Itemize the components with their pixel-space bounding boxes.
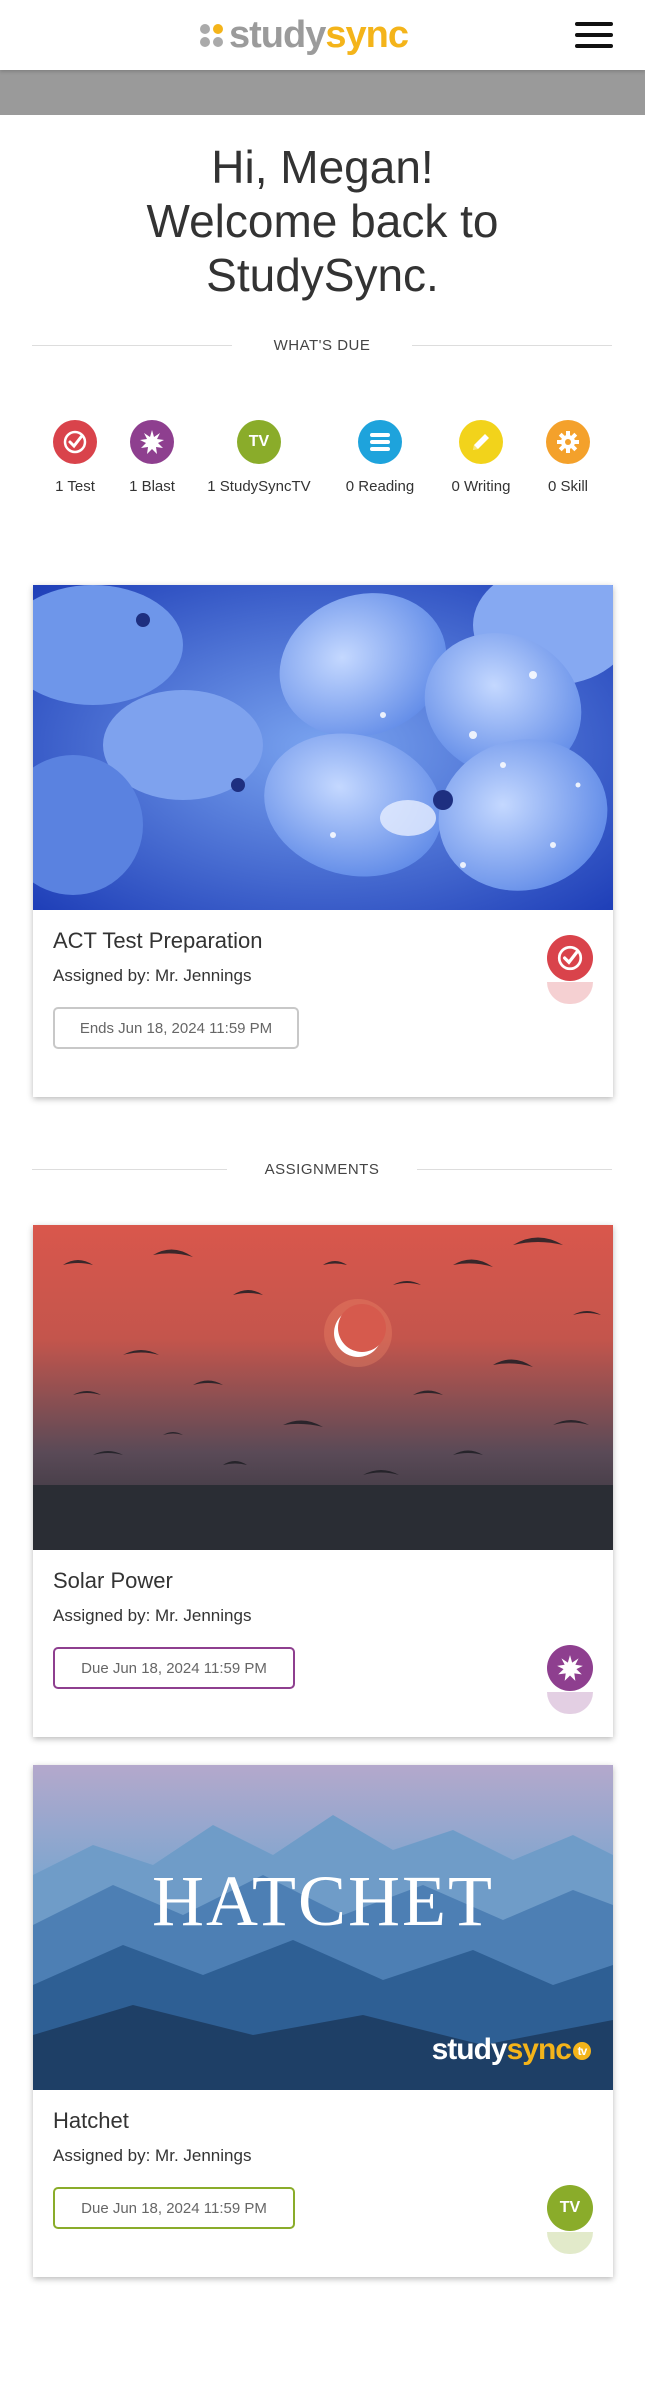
badge-reflection — [547, 2232, 593, 2254]
card-title[interactable]: Hatchet — [53, 2108, 129, 2134]
tv-icon: TV — [237, 420, 281, 464]
greeting-line-3: StudySync. — [206, 249, 439, 301]
due-label: 0 Reading — [345, 478, 415, 495]
card-title[interactable]: ACT Test Preparation — [53, 928, 263, 954]
card-image-hatchet-mountains: HATCHET studysync tv — [33, 1765, 613, 2090]
card-date-badge: Ends Jun 18, 2024 11:59 PM — [53, 1007, 299, 1049]
whats-due-row: 1 Test 1 Blast TV 1 StudySyncTV 0 Readin… — [0, 420, 645, 510]
pencil-icon — [459, 420, 503, 464]
badge-reflection — [547, 982, 593, 1004]
due-item-studysynctv[interactable]: TV 1 StudySyncTV — [204, 420, 314, 495]
studysync-tv-logo: studysync tv — [432, 2033, 591, 2067]
logo-dots-icon — [200, 23, 223, 47]
top-header: studysync — [0, 0, 645, 70]
due-label: 1 StudySyncTV — [207, 478, 311, 495]
card-title[interactable]: Solar Power — [53, 1568, 173, 1594]
whats-due-heading: WHAT'S DUE — [273, 337, 371, 354]
studysync-logo[interactable]: studysync — [200, 14, 409, 56]
card-assigned-by: Assigned by: Mr. Jennings — [53, 966, 252, 985]
due-item-reading[interactable]: 0 Reading — [325, 420, 435, 495]
assignment-card-hatchet[interactable]: HATCHET studysync tv Hatchet Assigned by:… — [33, 1765, 613, 2277]
due-label: 0 Skill — [547, 478, 588, 495]
gear-icon — [546, 420, 590, 464]
check-icon — [53, 420, 97, 464]
burst-icon — [130, 420, 174, 464]
burst-icon — [547, 1645, 593, 1691]
reading-icon — [358, 420, 402, 464]
welcome-greeting: Hi, Megan! Welcome back to StudySync. — [0, 140, 645, 302]
due-item-skill[interactable]: 0 Skill — [513, 420, 623, 495]
card-date-badge: Due Jun 18, 2024 11:59 PM — [53, 2187, 295, 2229]
card-assigned-by: Assigned by: Mr. Jennings — [53, 2146, 252, 2165]
card-image-eclipse-birds — [33, 1225, 613, 1550]
assignment-card-solar-power[interactable]: Solar Power Assigned by: Mr. Jennings Du… — [33, 1225, 613, 1737]
card-assigned-by: Assigned by: Mr. Jennings — [53, 1606, 252, 1625]
hatchet-image-title: HATCHET — [152, 1861, 494, 1941]
card-image-flowers — [33, 585, 613, 910]
hamburger-menu-icon[interactable] — [575, 22, 613, 48]
check-icon — [547, 935, 593, 981]
assignment-card-act[interactable]: ACT Test Preparation Assigned by: Mr. Je… — [33, 585, 613, 1097]
greeting-line-2: Welcome back to — [146, 195, 499, 247]
greeting-line-1: Hi, Megan! — [211, 141, 434, 193]
header-band — [0, 70, 645, 115]
assignments-heading: ASSIGNMENTS — [264, 1161, 380, 1178]
due-item-blast[interactable]: 1 Blast — [97, 420, 207, 495]
card-date-badge: Due Jun 18, 2024 11:59 PM — [53, 1647, 295, 1689]
due-label: 1 Blast — [129, 478, 175, 495]
badge-reflection — [547, 1692, 593, 1714]
tv-icon: TV — [547, 2185, 593, 2231]
logo-study-text: study — [229, 14, 326, 56]
whats-due-divider: WHAT'S DUE — [32, 335, 612, 355]
assignments-divider: ASSIGNMENTS — [32, 1159, 612, 1179]
logo-sync-text: sync — [325, 14, 409, 56]
